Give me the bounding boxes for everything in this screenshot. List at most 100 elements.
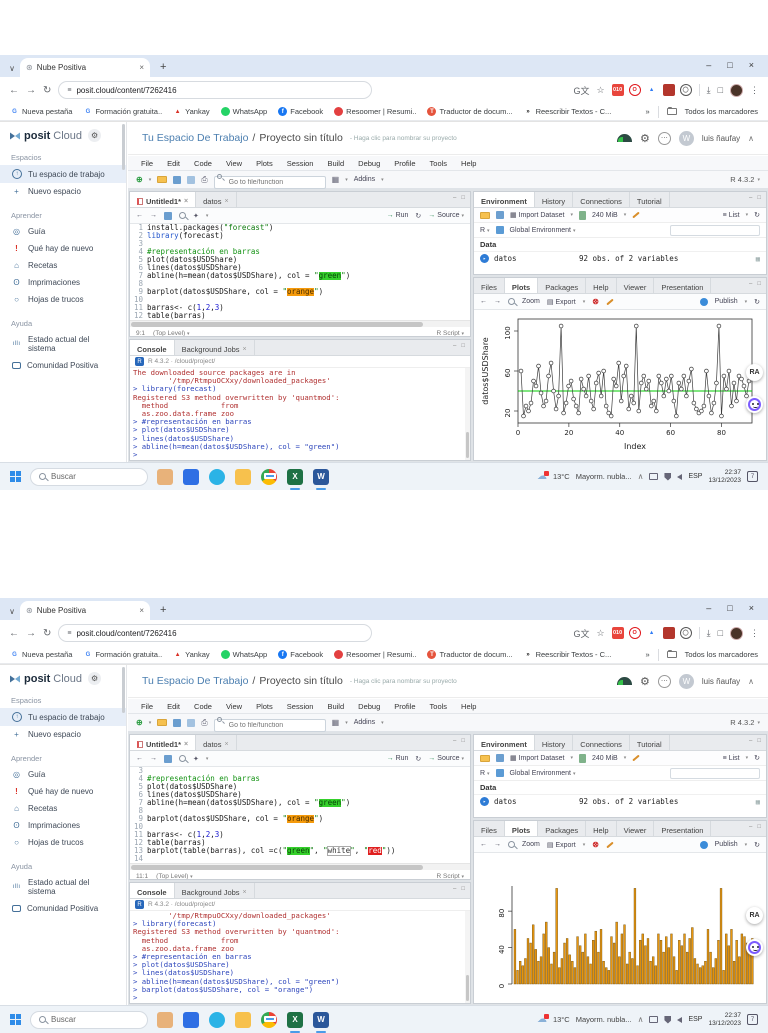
panes-caret-icon[interactable]: ▾ bbox=[345, 177, 348, 183]
breadcrumb[interactable]: Tu Espacio De Trabajo bbox=[142, 132, 248, 144]
address-bar[interactable]: ≡ posit.cloud/content/7262416 bbox=[58, 624, 373, 642]
tab-background-jobs[interactable]: Background Jobs × bbox=[175, 340, 255, 355]
paint-bottle-icon[interactable] bbox=[183, 468, 199, 485]
tab-history[interactable]: History bbox=[535, 192, 574, 207]
menu-build[interactable]: Build bbox=[320, 702, 351, 711]
pane-minimize-icon[interactable]: – bbox=[453, 343, 456, 355]
code-editor[interactable]: 1 install.packages("forecast") 2 library (fo… bbox=[130, 224, 470, 320]
editor-back-icon[interactable]: ← bbox=[136, 755, 143, 762]
save-all-icon[interactable] bbox=[187, 718, 196, 727]
addins-caret-icon[interactable]: ▾ bbox=[381, 177, 384, 183]
memory-gauge-icon[interactable] bbox=[617, 134, 633, 142]
sketch-app-icon[interactable] bbox=[157, 1011, 173, 1028]
menu-profile[interactable]: Profile bbox=[387, 159, 422, 168]
bookmark-formaci-n-gratuita[interactable]: G Formación gratuita.. bbox=[83, 650, 163, 659]
addins-menu[interactable]: Addins bbox=[354, 719, 375, 726]
list-view-toggle[interactable]: ≡ List bbox=[723, 212, 740, 219]
console-output[interactable]: '/tmp/RtmpuOCXxy/downloaded_packages' > l… bbox=[130, 911, 470, 1003]
menu-tools[interactable]: Tools bbox=[423, 159, 455, 168]
notification-center-icon[interactable]: 7 bbox=[747, 1014, 758, 1025]
remove-plot-icon[interactable]: ⊗ bbox=[592, 297, 599, 306]
ring-extension-icon[interactable]: ◯ bbox=[679, 627, 692, 639]
rerun-icon[interactable]: ↻ bbox=[415, 212, 421, 220]
sidebar-item-hojas-de-trucos[interactable]: ○ Hojas de trucos bbox=[0, 291, 126, 308]
tab-history[interactable]: History bbox=[535, 735, 574, 750]
sidebar-item-gu-a[interactable]: ◎ Guía bbox=[0, 223, 126, 240]
export-plot-button[interactable]: ▤ Export bbox=[547, 298, 576, 306]
keyboard-language[interactable]: ESP bbox=[688, 1016, 702, 1023]
refresh-plots-icon[interactable]: ↻ bbox=[754, 298, 760, 306]
browser-menu-icon[interactable]: ⋮ bbox=[750, 628, 759, 639]
pane-maximize-icon[interactable]: □ bbox=[461, 343, 465, 355]
new-tab-button[interactable]: + bbox=[160, 604, 166, 616]
settings-gear-icon[interactable]: ⚙ bbox=[640, 675, 650, 688]
opera-extension-icon[interactable]: O bbox=[628, 84, 641, 96]
posit-logo[interactable]: posit Cloud ⚙ bbox=[0, 672, 126, 685]
side-panel-icon[interactable]: □ bbox=[718, 628, 723, 638]
volume-tray-icon[interactable] bbox=[677, 1016, 683, 1023]
explorer-icon[interactable] bbox=[235, 1011, 251, 1028]
tab-close-icon[interactable]: × bbox=[184, 198, 188, 205]
word-icon[interactable]: W bbox=[313, 468, 329, 490]
sidebar-item-gu-a[interactable]: ◎ Guía bbox=[0, 766, 126, 783]
addins-caret-icon[interactable]: ▾ bbox=[381, 720, 384, 726]
taskbar-clock[interactable]: 22:37 13/12/2023 bbox=[708, 469, 741, 485]
window-close-button[interactable]: × bbox=[749, 60, 754, 70]
load-workspace-icon[interactable] bbox=[480, 211, 490, 219]
bookmark-reescribir-textos-c[interactable]: » Reescribir Textos - C... bbox=[524, 650, 611, 659]
r-version-selector[interactable]: R 4.3.2 ▾ bbox=[730, 718, 760, 727]
all-bookmarks-label[interactable]: Todos los marcadores bbox=[685, 107, 758, 116]
code-editor[interactable]: 3 4 #representación en barras 5 plot(datos$U… bbox=[130, 767, 470, 863]
menu-plots[interactable]: Plots bbox=[249, 702, 280, 711]
pane-minimize-icon[interactable]: – bbox=[453, 195, 456, 207]
goto-file-search[interactable] bbox=[213, 171, 326, 189]
bookmark-resoomer-resumi[interactable]: Resoomer | Resumi.. bbox=[334, 650, 416, 659]
source-button[interactable]: → Source ▾ bbox=[428, 212, 464, 219]
bookmark-whatsapp[interactable]: WhatsApp bbox=[220, 650, 267, 659]
window-close-button[interactable]: × bbox=[749, 603, 754, 613]
refresh-environment-icon[interactable]: ↻ bbox=[754, 211, 760, 219]
bookmarks-overflow-icon[interactable]: » bbox=[645, 650, 649, 659]
tab-close-icon[interactable]: × bbox=[243, 346, 247, 353]
posit-logo[interactable]: posit Cloud ⚙ bbox=[0, 129, 126, 142]
forward-button[interactable]: → bbox=[26, 85, 36, 96]
profile-avatar[interactable] bbox=[730, 626, 743, 640]
environment-object-row[interactable]: ▸ datos 92 obs. of 2 variables ▦ bbox=[474, 795, 766, 808]
menu-plots[interactable]: Plots bbox=[249, 159, 280, 168]
panes-grid-icon[interactable]: ▦ bbox=[332, 175, 340, 184]
tab-packages[interactable]: Packages bbox=[538, 278, 587, 293]
bookmarks-overflow-icon[interactable]: » bbox=[645, 107, 649, 116]
pane-maximize-icon[interactable]: □ bbox=[757, 824, 761, 836]
downloads-icon[interactable]: ⤓ bbox=[707, 628, 711, 639]
translate-overlay-button[interactable]: RA bbox=[746, 364, 763, 381]
rerun-icon[interactable]: ↻ bbox=[415, 755, 421, 763]
prev-plot-icon[interactable]: ← bbox=[480, 841, 487, 848]
publish-button[interactable]: Publish bbox=[715, 841, 738, 848]
settings-gear-icon[interactable]: ⚙ bbox=[640, 132, 650, 145]
bookmark-facebook[interactable]: f Facebook bbox=[278, 650, 323, 659]
paint-bottle-icon[interactable] bbox=[183, 1011, 199, 1028]
weather-temp[interactable]: 13°C bbox=[553, 1015, 570, 1024]
tab-connections[interactable]: Connections bbox=[573, 735, 630, 750]
downloads-icon[interactable]: ⤓ bbox=[707, 85, 711, 96]
menu-debug[interactable]: Debug bbox=[351, 159, 387, 168]
tray-expand-icon[interactable]: ∧ bbox=[638, 1015, 644, 1024]
run-button[interactable]: → Run bbox=[387, 755, 409, 762]
project-title[interactable]: Proyecto sin título bbox=[259, 675, 342, 687]
editor-hscrollbar[interactable] bbox=[130, 863, 470, 870]
save-workspace-icon[interactable] bbox=[496, 754, 504, 762]
taskbar-search[interactable]: Buscar bbox=[30, 1010, 148, 1029]
clear-objects-icon[interactable] bbox=[632, 211, 640, 219]
sidebar-item-nuevo-espacio[interactable]: + Nuevo espacio bbox=[0, 183, 126, 200]
tab-untitled1[interactable]: Untitled1* × bbox=[130, 192, 197, 207]
global-environment-selector[interactable]: Global Environment ▾ bbox=[510, 770, 576, 777]
bookmark-traductor-de-docum[interactable]: T Traductor de docum... bbox=[427, 650, 513, 659]
editor-back-icon[interactable]: ← bbox=[136, 212, 143, 219]
bookmark-star-icon[interactable]: ☆ bbox=[597, 85, 605, 96]
environment-search-input[interactable] bbox=[670, 767, 760, 779]
sidebar-item-nuevo-espacio[interactable]: + Nuevo espacio bbox=[0, 726, 126, 743]
pane-minimize-icon[interactable]: – bbox=[453, 886, 456, 898]
side-panel-icon[interactable]: □ bbox=[718, 85, 723, 95]
word-icon[interactable]: W bbox=[313, 1011, 329, 1033]
console-vscrollbar[interactable] bbox=[465, 911, 470, 1003]
